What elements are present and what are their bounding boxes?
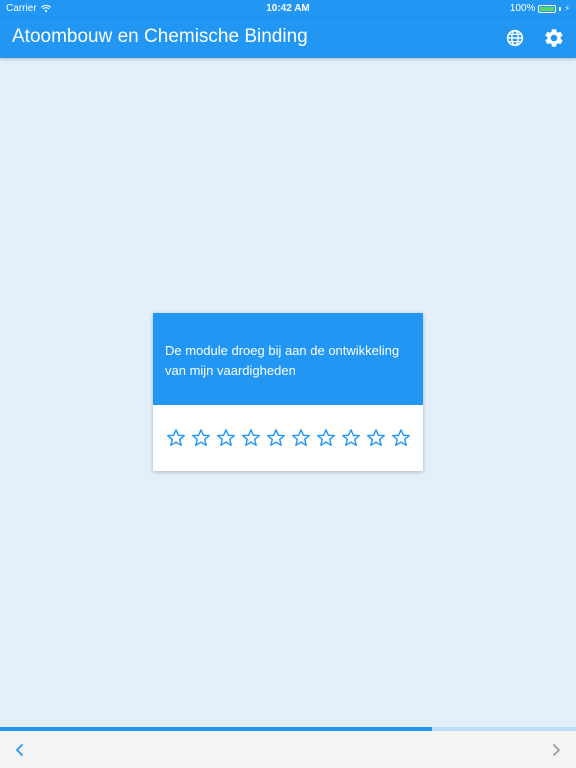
charging-bolt-icon: ⚡ xyxy=(564,3,570,13)
star-rating-9[interactable] xyxy=(366,428,386,448)
settings-icon[interactable] xyxy=(543,27,565,49)
next-button[interactable] xyxy=(546,740,566,760)
battery-tip xyxy=(559,6,562,11)
question-text: De module droeg bij aan de ontwikkeling … xyxy=(165,343,400,378)
card-header: De module droeg bij aan de ontwikkeling … xyxy=(153,313,423,405)
chevron-left-icon xyxy=(16,744,23,756)
star-rating-5[interactable] xyxy=(266,428,286,448)
globe-icon[interactable] xyxy=(504,27,526,49)
star-rating-1[interactable] xyxy=(166,428,186,448)
battery-icon xyxy=(538,4,557,13)
star-rating-2[interactable] xyxy=(191,428,211,448)
previous-button[interactable] xyxy=(10,740,30,760)
rating-stars xyxy=(153,405,423,471)
star-rating-3[interactable] xyxy=(216,428,236,448)
app-bar: Atoombouw en Chemische Binding xyxy=(0,18,576,58)
page-title: Atoombouw en Chemische Binding xyxy=(12,26,308,47)
star-rating-8[interactable] xyxy=(341,428,361,448)
rating-card: De module droeg bij aan de ontwikkeling … xyxy=(153,313,423,471)
status-battery: 100% ⚡ xyxy=(510,3,570,14)
chevron-right-icon xyxy=(553,744,560,756)
bottom-nav xyxy=(0,731,576,768)
star-rating-10[interactable] xyxy=(391,428,411,448)
star-rating-7[interactable] xyxy=(316,428,336,448)
status-time: 10:42 AM xyxy=(266,3,310,14)
battery-percent: 100% xyxy=(509,3,536,14)
star-rating-4[interactable] xyxy=(241,428,261,448)
battery-fill xyxy=(540,6,555,11)
star-rating-6[interactable] xyxy=(291,428,311,448)
status-bar: Carrier 10:42 AM 100% ⚡ xyxy=(0,0,576,18)
